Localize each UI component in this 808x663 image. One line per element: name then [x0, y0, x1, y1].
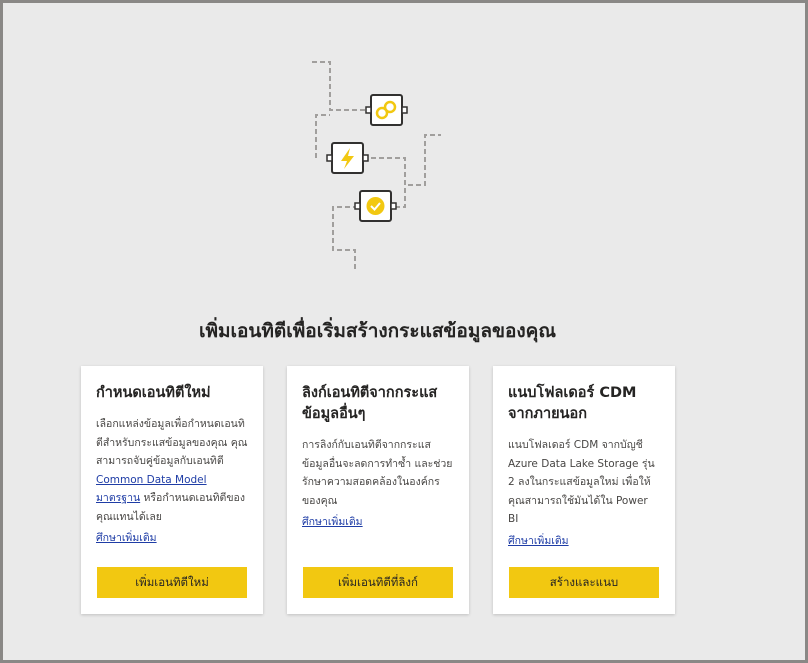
link-icon — [365, 94, 408, 126]
card-description: แนบโฟลเดอร์ CDM จากบัญชี Azure Data Lake… — [508, 439, 655, 525]
learn-more-link[interactable]: ศึกษาเพิ่มเติม — [302, 513, 363, 531]
card-description: เลือกแหล่งข้อมูลเพื่อกำหนดเอนทิตีสำหรับก… — [96, 418, 248, 523]
add-new-entities-button[interactable]: เพิ่มเอนทิตีใหม่ — [97, 567, 247, 598]
dataflow-illustration — [312, 61, 441, 272]
card-title: กำหนดเอนทิตีใหม่ — [96, 385, 211, 401]
card-title: แนบโฟลเดอร์ CDM จากภายนอก — [508, 385, 637, 422]
card-define-new-entities: กำหนดเอนทิตีใหม่ เลือกแหล่งข้อมูลเพื่อกำ… — [81, 366, 263, 614]
create-and-attach-button[interactable]: สร้างและแนบ — [509, 567, 659, 598]
learn-more-link[interactable]: ศึกษาเพิ่มเติม — [508, 532, 569, 550]
card-link-entities: ลิงก์เอนทิตีจากกระแสข้อมูลอื่นๆ การลิงก์… — [287, 366, 469, 614]
verified-badge-icon — [354, 190, 397, 222]
card-title: ลิงก์เอนทิตีจากกระแสข้อมูลอื่นๆ — [302, 385, 438, 422]
learn-more-link[interactable]: ศึกษาเพิ่มเติม — [96, 529, 157, 547]
lightning-icon — [326, 142, 369, 174]
card-attach-cdm-folder: แนบโฟลเดอร์ CDM จากภายนอก แนบโฟลเดอร์ CD… — [493, 366, 675, 614]
page-title: เพิ่มเอนทิตีเพื่อเริ่มสร้างกระแสข้อมูลขอ… — [198, 320, 557, 342]
add-linked-entities-button[interactable]: เพิ่มเอนทิตีที่ลิงก์ — [303, 567, 453, 598]
card-description: การลิงก์กับเอนทิตีจากกระแสข้อมูลอื่นจะลด… — [302, 439, 453, 507]
